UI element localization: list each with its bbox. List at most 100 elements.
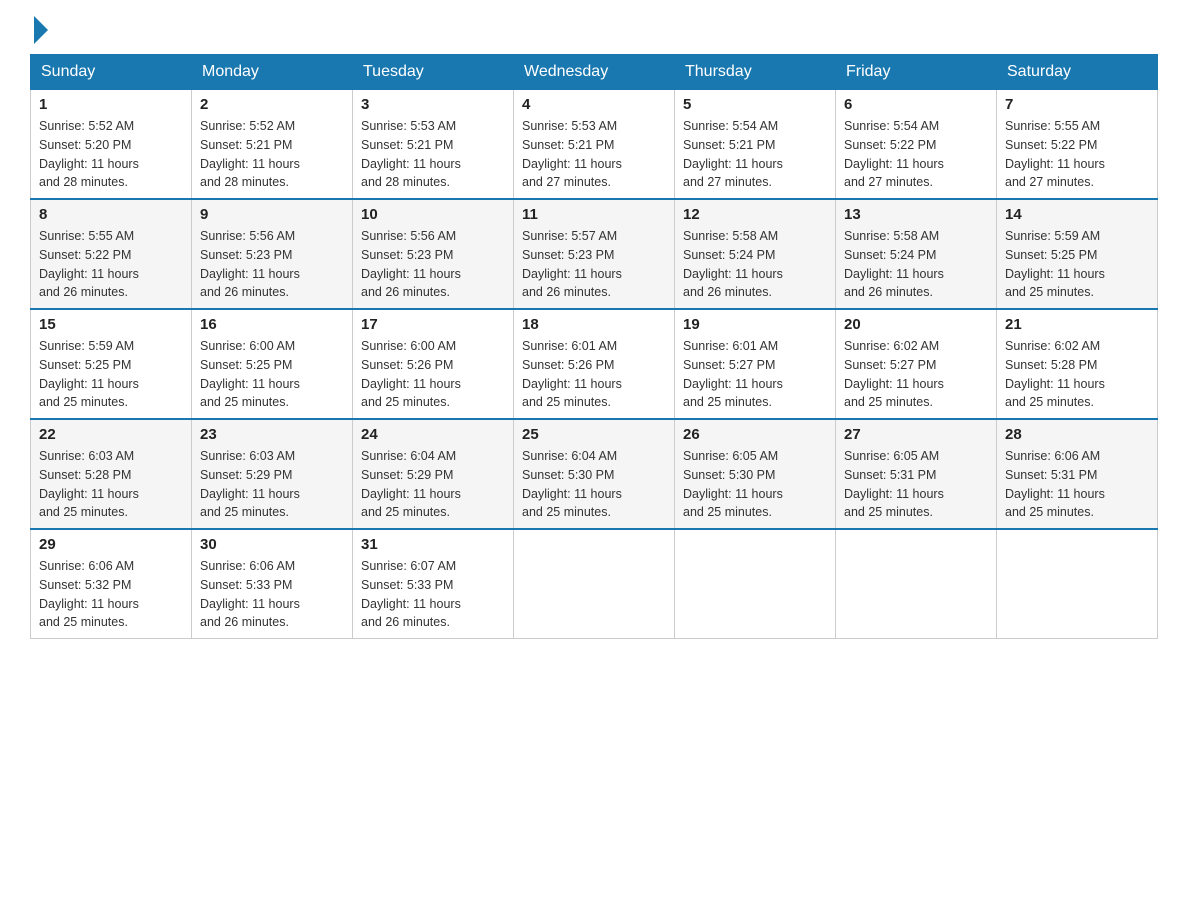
calendar-day-cell: 18 Sunrise: 6:01 AMSunset: 5:26 PMDayligh… [514, 309, 675, 419]
day-sun-info: Sunrise: 6:06 AMSunset: 5:33 PMDaylight:… [200, 557, 344, 632]
day-sun-info: Sunrise: 6:00 AMSunset: 5:25 PMDaylight:… [200, 337, 344, 412]
day-sun-info: Sunrise: 6:03 AMSunset: 5:28 PMDaylight:… [39, 447, 183, 522]
day-sun-info: Sunrise: 6:05 AMSunset: 5:30 PMDaylight:… [683, 447, 827, 522]
day-number: 14 [1005, 206, 1149, 223]
day-number: 17 [361, 316, 505, 333]
calendar-week-row: 29 Sunrise: 6:06 AMSunset: 5:32 PMDayligh… [31, 529, 1158, 639]
calendar-day-cell: 30 Sunrise: 6:06 AMSunset: 5:33 PMDayligh… [192, 529, 353, 639]
day-sun-info: Sunrise: 5:55 AMSunset: 5:22 PMDaylight:… [1005, 117, 1149, 192]
day-number: 12 [683, 206, 827, 223]
day-number: 10 [361, 206, 505, 223]
day-of-week-header: Friday [836, 55, 997, 90]
calendar-day-cell [997, 529, 1158, 639]
day-sun-info: Sunrise: 6:06 AMSunset: 5:31 PMDaylight:… [1005, 447, 1149, 522]
day-sun-info: Sunrise: 5:59 AMSunset: 5:25 PMDaylight:… [39, 337, 183, 412]
calendar-day-cell: 24Sunrise: 6:04 AMSunset: 5:29 PMDayligh… [353, 419, 514, 529]
day-number: 18 [522, 316, 666, 333]
calendar-day-cell: 29 Sunrise: 6:06 AMSunset: 5:32 PMDayligh… [31, 529, 192, 639]
day-number: 3 [361, 96, 505, 113]
day-number: 31 [361, 536, 505, 553]
day-number: 13 [844, 206, 988, 223]
calendar-week-row: 22 Sunrise: 6:03 AMSunset: 5:28 PMDayligh… [31, 419, 1158, 529]
day-sun-info: Sunrise: 5:54 AMSunset: 5:22 PMDaylight:… [844, 117, 988, 192]
day-sun-info: Sunrise: 6:01 AMSunset: 5:26 PMDaylight:… [522, 337, 666, 412]
logo [30, 20, 48, 44]
calendar-day-cell: 21Sunrise: 6:02 AMSunset: 5:28 PMDayligh… [997, 309, 1158, 419]
calendar-table: SundayMondayTuesdayWednesdayThursdayFrid… [30, 54, 1158, 639]
calendar-day-cell: 2Sunrise: 5:52 AMSunset: 5:21 PMDaylight… [192, 90, 353, 200]
day-number: 26 [683, 426, 827, 443]
day-sun-info: Sunrise: 5:52 AMSunset: 5:20 PMDaylight:… [39, 117, 183, 192]
day-sun-info: Sunrise: 6:06 AMSunset: 5:32 PMDaylight:… [39, 557, 183, 632]
calendar-day-cell [514, 529, 675, 639]
day-number: 7 [1005, 96, 1149, 113]
day-sun-info: Sunrise: 6:07 AMSunset: 5:33 PMDaylight:… [361, 557, 505, 632]
calendar-day-cell: 13 Sunrise: 5:58 AMSunset: 5:24 PMDayligh… [836, 199, 997, 309]
day-number: 29 [39, 536, 183, 553]
day-sun-info: Sunrise: 6:01 AMSunset: 5:27 PMDaylight:… [683, 337, 827, 412]
calendar-day-cell: 10 Sunrise: 5:56 AMSunset: 5:23 PMDayligh… [353, 199, 514, 309]
day-number: 27 [844, 426, 988, 443]
calendar-week-row: 8Sunrise: 5:55 AMSunset: 5:22 PMDaylight… [31, 199, 1158, 309]
calendar-week-row: 15 Sunrise: 5:59 AMSunset: 5:25 PMDayligh… [31, 309, 1158, 419]
calendar-day-cell: 14 Sunrise: 5:59 AMSunset: 5:25 PMDayligh… [997, 199, 1158, 309]
calendar-day-cell [675, 529, 836, 639]
logo-arrow-icon [34, 16, 48, 44]
day-of-week-header: Saturday [997, 55, 1158, 90]
day-number: 9 [200, 206, 344, 223]
day-number: 5 [683, 96, 827, 113]
day-number: 6 [844, 96, 988, 113]
calendar-day-cell: 23 Sunrise: 6:03 AMSunset: 5:29 PMDayligh… [192, 419, 353, 529]
day-sun-info: Sunrise: 5:54 AMSunset: 5:21 PMDaylight:… [683, 117, 827, 192]
day-sun-info: Sunrise: 5:56 AMSunset: 5:23 PMDaylight:… [200, 227, 344, 302]
day-sun-info: Sunrise: 5:56 AMSunset: 5:23 PMDaylight:… [361, 227, 505, 302]
day-number: 25 [522, 426, 666, 443]
calendar-day-cell: 11 Sunrise: 5:57 AMSunset: 5:23 PMDayligh… [514, 199, 675, 309]
calendar-day-cell: 5 Sunrise: 5:54 AMSunset: 5:21 PMDaylight… [675, 90, 836, 200]
calendar-day-cell: 28 Sunrise: 6:06 AMSunset: 5:31 PMDayligh… [997, 419, 1158, 529]
calendar-day-cell: 7 Sunrise: 5:55 AMSunset: 5:22 PMDaylight… [997, 90, 1158, 200]
calendar-day-cell: 31 Sunrise: 6:07 AMSunset: 5:33 PMDayligh… [353, 529, 514, 639]
day-sun-info: Sunrise: 5:53 AMSunset: 5:21 PMDaylight:… [361, 117, 505, 192]
day-sun-info: Sunrise: 6:03 AMSunset: 5:29 PMDaylight:… [200, 447, 344, 522]
calendar-day-cell: 16 Sunrise: 6:00 AMSunset: 5:25 PMDayligh… [192, 309, 353, 419]
calendar-day-cell: 22 Sunrise: 6:03 AMSunset: 5:28 PMDayligh… [31, 419, 192, 529]
calendar-day-cell: 1 Sunrise: 5:52 AMSunset: 5:20 PMDaylight… [31, 90, 192, 200]
day-sun-info: Sunrise: 5:57 AMSunset: 5:23 PMDaylight:… [522, 227, 666, 302]
day-number: 15 [39, 316, 183, 333]
day-sun-info: Sunrise: 5:58 AMSunset: 5:24 PMDaylight:… [844, 227, 988, 302]
day-sun-info: Sunrise: 6:04 AMSunset: 5:29 PMDaylight:… [361, 447, 505, 522]
day-number: 30 [200, 536, 344, 553]
day-sun-info: Sunrise: 5:53 AMSunset: 5:21 PMDaylight:… [522, 117, 666, 192]
calendar-day-cell [836, 529, 997, 639]
calendar-day-cell: 9 Sunrise: 5:56 AMSunset: 5:23 PMDaylight… [192, 199, 353, 309]
day-number: 20 [844, 316, 988, 333]
calendar-day-cell: 19Sunrise: 6:01 AMSunset: 5:27 PMDayligh… [675, 309, 836, 419]
day-of-week-header: Thursday [675, 55, 836, 90]
day-sun-info: Sunrise: 6:02 AMSunset: 5:28 PMDaylight:… [1005, 337, 1149, 412]
day-of-week-header: Monday [192, 55, 353, 90]
calendar-day-cell: 3 Sunrise: 5:53 AMSunset: 5:21 PMDaylight… [353, 90, 514, 200]
day-sun-info: Sunrise: 5:52 AMSunset: 5:21 PMDaylight:… [200, 117, 344, 192]
day-sun-info: Sunrise: 5:59 AMSunset: 5:25 PMDaylight:… [1005, 227, 1149, 302]
day-number: 8 [39, 206, 183, 223]
day-number: 23 [200, 426, 344, 443]
calendar-day-cell: 25 Sunrise: 6:04 AMSunset: 5:30 PMDayligh… [514, 419, 675, 529]
day-number: 16 [200, 316, 344, 333]
day-sun-info: Sunrise: 6:04 AMSunset: 5:30 PMDaylight:… [522, 447, 666, 522]
day-number: 28 [1005, 426, 1149, 443]
calendar-day-cell: 8Sunrise: 5:55 AMSunset: 5:22 PMDaylight… [31, 199, 192, 309]
calendar-day-cell: 6 Sunrise: 5:54 AMSunset: 5:22 PMDaylight… [836, 90, 997, 200]
day-number: 1 [39, 96, 183, 113]
day-of-week-header: Wednesday [514, 55, 675, 90]
day-number: 22 [39, 426, 183, 443]
calendar-day-cell: 15 Sunrise: 5:59 AMSunset: 5:25 PMDayligh… [31, 309, 192, 419]
calendar-day-cell: 12Sunrise: 5:58 AMSunset: 5:24 PMDayligh… [675, 199, 836, 309]
calendar-day-cell: 4Sunrise: 5:53 AMSunset: 5:21 PMDaylight… [514, 90, 675, 200]
calendar-header-row: SundayMondayTuesdayWednesdayThursdayFrid… [31, 55, 1158, 90]
day-sun-info: Sunrise: 6:00 AMSunset: 5:26 PMDaylight:… [361, 337, 505, 412]
calendar-day-cell: 26 Sunrise: 6:05 AMSunset: 5:30 PMDayligh… [675, 419, 836, 529]
day-number: 11 [522, 206, 666, 223]
day-sun-info: Sunrise: 6:02 AMSunset: 5:27 PMDaylight:… [844, 337, 988, 412]
day-of-week-header: Sunday [31, 55, 192, 90]
